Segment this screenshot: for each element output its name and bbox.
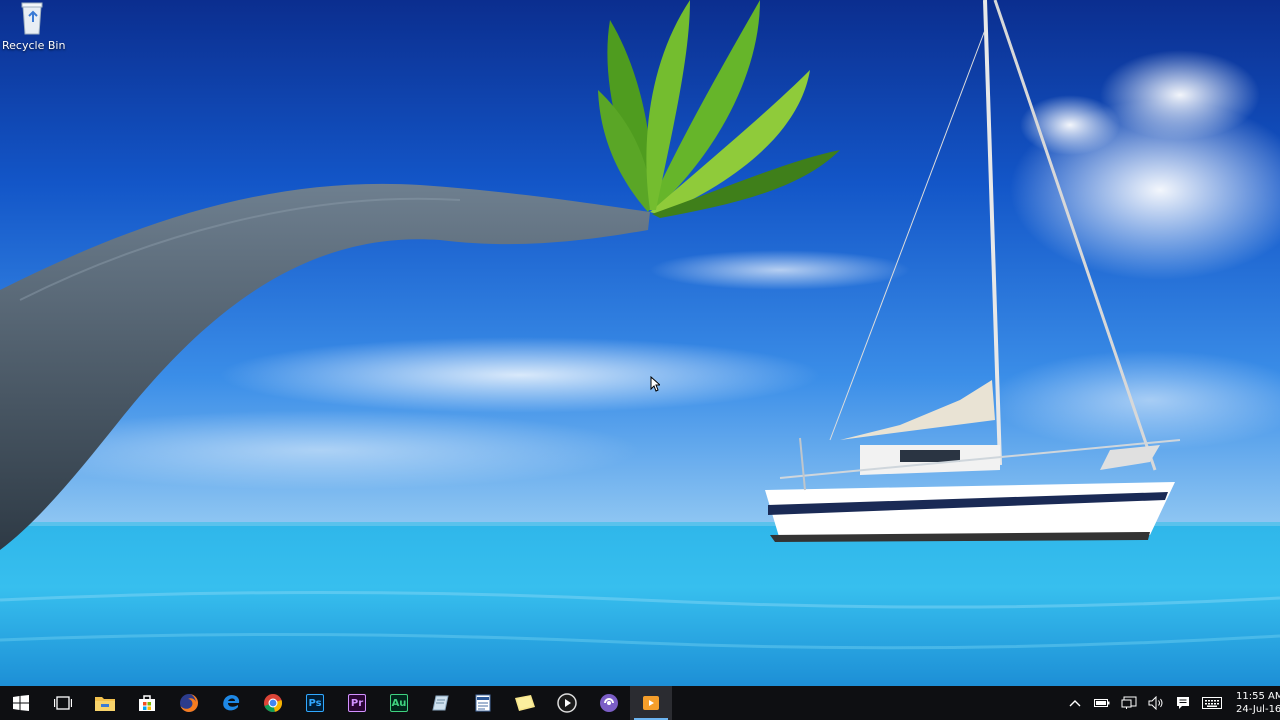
- clock-time: 11:55 AM: [1236, 691, 1280, 702]
- tray-battery[interactable]: [1088, 686, 1115, 720]
- torrent-client-icon: [600, 694, 618, 712]
- taskbar-app-file-explorer[interactable]: [84, 686, 126, 720]
- taskbar-app-chrome[interactable]: [252, 686, 294, 720]
- touch-keyboard-button[interactable]: [1196, 686, 1228, 720]
- taskbar-clock[interactable]: 11:55 AM 24-Jul-16: [1228, 686, 1280, 720]
- taskbar-app-sticky-notes[interactable]: [504, 686, 546, 720]
- notepad-icon: [432, 695, 449, 711]
- chevron-up-icon: [1069, 700, 1080, 707]
- taskbar-app-photoshop[interactable]: Ps: [294, 686, 336, 720]
- edge-icon: [223, 694, 240, 711]
- windows-logo-icon: [13, 695, 29, 711]
- file-explorer-icon: [95, 697, 115, 711]
- taskbar-app-video-app[interactable]: [630, 686, 672, 720]
- desktop-icon-recycle-bin[interactable]: Recycle Bin: [2, 0, 66, 56]
- battery-icon: [1093, 699, 1109, 707]
- network-icon: [1121, 696, 1136, 709]
- taskbar-app-wordpad[interactable]: [462, 686, 504, 720]
- taskbar-app-media-player[interactable]: [546, 686, 588, 720]
- sticky-notes-icon: [515, 695, 535, 711]
- mouse-cursor-icon: [650, 376, 660, 392]
- keyboard-icon: [1202, 697, 1222, 709]
- premiere-icon: Pr: [348, 694, 366, 712]
- wordpad-icon: [475, 694, 491, 712]
- video-app-icon: [643, 696, 659, 710]
- task-view-button[interactable]: [42, 686, 84, 720]
- desktop[interactable]: Recycle Bin Ps Pr Au 11:55 AM 24-Jul-16: [0, 0, 1280, 720]
- show-hidden-icons-button[interactable]: [1061, 686, 1088, 720]
- firefox-icon: [180, 694, 198, 712]
- taskbar-app-audition[interactable]: Au: [378, 686, 420, 720]
- action-center-icon: [1176, 697, 1189, 709]
- tray-network[interactable]: [1115, 686, 1142, 720]
- windows-store-icon: [139, 695, 155, 711]
- volume-icon: [1148, 696, 1162, 710]
- taskbar-app-torrent-client[interactable]: [588, 686, 630, 720]
- audition-icon: Au: [390, 694, 408, 712]
- task-view-icon: [54, 696, 72, 710]
- media-player-icon: [557, 693, 577, 713]
- taskbar-app-notepad[interactable]: [420, 686, 462, 720]
- taskbar: Ps Pr Au 11:55 AM 24-Jul-16: [0, 686, 1280, 720]
- taskbar-app-premiere[interactable]: Pr: [336, 686, 378, 720]
- system-tray: 11:55 AM 24-Jul-16: [1061, 686, 1280, 720]
- chrome-icon: [264, 694, 283, 713]
- recycle-bin-icon: [21, 2, 43, 35]
- desktop-icon-label: Recycle Bin: [2, 39, 66, 52]
- taskbar-app-windows-store[interactable]: [126, 686, 168, 720]
- tray-volume[interactable]: [1142, 686, 1169, 720]
- taskbar-app-edge[interactable]: [210, 686, 252, 720]
- taskbar-app-firefox[interactable]: [168, 686, 210, 720]
- wallpaper: [0, 0, 1280, 686]
- clock-date: 24-Jul-16: [1236, 704, 1280, 715]
- action-center-button[interactable]: [1169, 686, 1196, 720]
- photoshop-icon: Ps: [306, 694, 324, 712]
- start-button[interactable]: [0, 686, 42, 720]
